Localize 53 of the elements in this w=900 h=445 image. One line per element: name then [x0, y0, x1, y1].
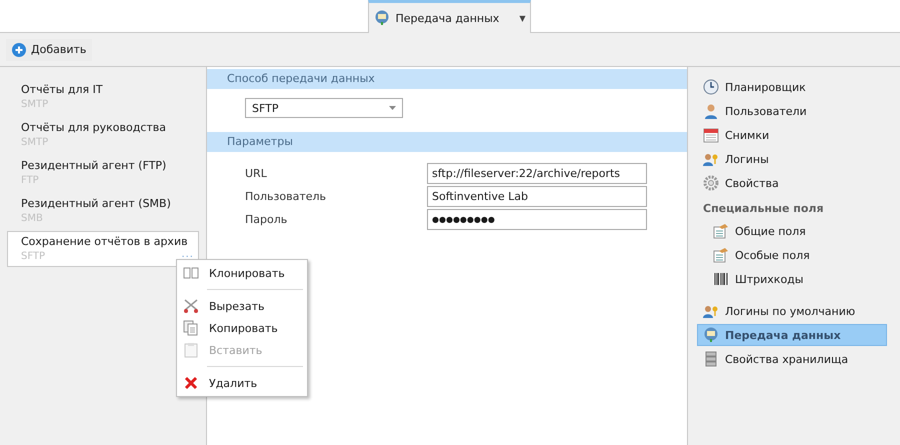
person-icon: [703, 103, 719, 119]
clipboard-icon: [183, 342, 199, 358]
nav-item[interactable]: Логины по умолчанию: [697, 300, 887, 322]
user-key-icon: [703, 303, 719, 319]
plus-icon: [12, 42, 26, 56]
nav-item[interactable]: Снимки: [697, 124, 887, 146]
caret-icon: [389, 106, 396, 110]
input-field[interactable]: Softinventive Lab: [427, 186, 647, 207]
copy-pages-icon: [183, 265, 199, 281]
copy-icon: [183, 320, 199, 336]
nav-item[interactable]: Особые поля: [697, 244, 887, 266]
nav-item[interactable]: Штрихкоды: [697, 268, 887, 290]
connection-name: Сохранение отчётов в архив: [21, 234, 185, 250]
nav-item[interactable]: Свойства: [697, 172, 887, 194]
input-field[interactable]: sftp://fileserver:22/archive/reports: [427, 163, 647, 184]
nav-item[interactable]: Пользователи: [697, 100, 887, 122]
scissors-icon: [183, 298, 199, 314]
add-button[interactable]: Добавить: [6, 38, 92, 60]
server-icon: [703, 351, 719, 367]
field-label: URL: [245, 167, 268, 180]
nav-item[interactable]: Логины: [697, 148, 887, 170]
nav-item[interactable]: Передача данных: [697, 324, 887, 346]
field-label: Пользователь: [245, 190, 328, 203]
nav-item[interactable]: Свойства хранилища: [697, 348, 887, 370]
connection-name: Резидентный агент (SMB): [21, 196, 172, 212]
nav-header: Специальные поля: [702, 200, 825, 216]
monitor-icon: [703, 327, 719, 343]
field-label: Пароль: [245, 213, 288, 226]
delete-icon: [183, 375, 199, 391]
connection-protocol: SFTP: [21, 250, 46, 264]
menu-item[interactable]: Удалить: [177, 372, 307, 394]
clock-icon: [703, 79, 719, 95]
section-header: Параметры: [207, 132, 687, 152]
nav-item[interactable]: Общие поля: [697, 220, 887, 242]
nav-item[interactable]: Планировщик: [697, 76, 887, 98]
password-field[interactable]: ●●●●●●●●●: [427, 209, 647, 230]
caret-icon[interactable]: ▼: [519, 14, 526, 22]
menu-item[interactable]: Копировать: [177, 317, 307, 339]
barcode-icon: [713, 271, 729, 287]
gear-icon: [703, 175, 719, 191]
section-header: Способ передачи данных: [207, 69, 687, 89]
form-icon: [713, 247, 729, 263]
form-icon: [713, 223, 729, 239]
connection-name: Резидентный агент (FTP): [21, 158, 168, 174]
user-key-icon: [703, 151, 719, 167]
tab[interactable]: Передача данных ▼: [368, 0, 531, 33]
calendar-icon: [703, 127, 719, 143]
monitor-icon: [374, 10, 390, 26]
connection-name: Отчёты для IT: [21, 82, 104, 98]
connection-item[interactable]: Сохранение отчётов в архив SFTP ...: [7, 231, 199, 267]
connection-name: Отчёты для руководства: [21, 120, 168, 136]
menu-item[interactable]: Вырезать: [177, 295, 307, 317]
method-select[interactable]: SFTP: [245, 98, 403, 118]
